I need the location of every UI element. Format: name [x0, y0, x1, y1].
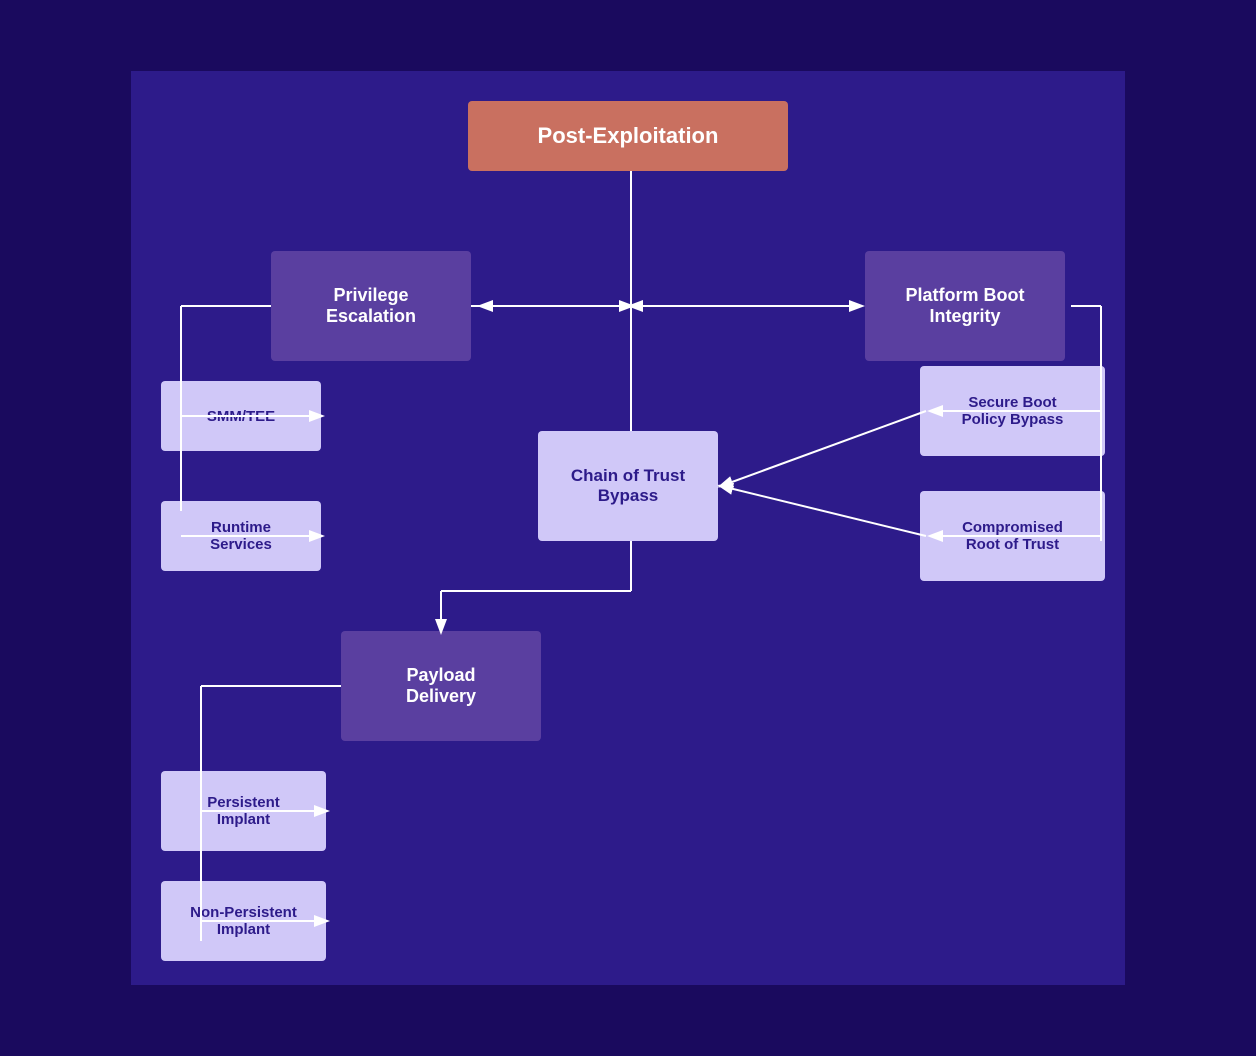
label-runtime-services: RuntimeServices [210, 519, 272, 553]
label-smm-tee: SMM/TEE [207, 408, 275, 425]
label-chain-of-trust-bypass: Chain of TrustBypass [571, 466, 685, 506]
node-post-exploitation: Post-Exploitation [468, 101, 788, 171]
label-persistent-implant: PersistentImplant [207, 794, 280, 828]
arrow-compromised-to-chain [721, 486, 926, 536]
node-privilege-escalation: PrivilegeEscalation [271, 251, 471, 361]
node-runtime-services: RuntimeServices [161, 501, 321, 571]
node-persistent-implant: PersistentImplant [161, 771, 326, 851]
label-platform-boot-integrity: Platform BootIntegrity [906, 285, 1025, 327]
node-non-persistent-implant: Non-PersistentImplant [161, 881, 326, 961]
label-privilege-escalation: PrivilegeEscalation [326, 285, 416, 327]
node-chain-of-trust-bypass: Chain of TrustBypass [538, 431, 718, 541]
label-non-persistent-implant: Non-PersistentImplant [190, 904, 297, 938]
label-secure-boot-policy-bypass: Secure BootPolicy Bypass [962, 394, 1064, 428]
node-secure-boot-policy-bypass: Secure BootPolicy Bypass [920, 366, 1105, 456]
label-payload-delivery: PayloadDelivery [406, 665, 476, 707]
arrow-secureboot-to-chain [721, 411, 926, 486]
diagram-container: Post-Exploitation PrivilegeEscalation Pl… [128, 68, 1128, 988]
node-platform-boot-integrity: Platform BootIntegrity [865, 251, 1065, 361]
label-post-exploitation: Post-Exploitation [538, 123, 719, 149]
node-compromised-root-of-trust: CompromisedRoot of Trust [920, 491, 1105, 581]
label-compromised-root-of-trust: CompromisedRoot of Trust [962, 519, 1063, 553]
node-smm-tee: SMM/TEE [161, 381, 321, 451]
node-payload-delivery: PayloadDelivery [341, 631, 541, 741]
